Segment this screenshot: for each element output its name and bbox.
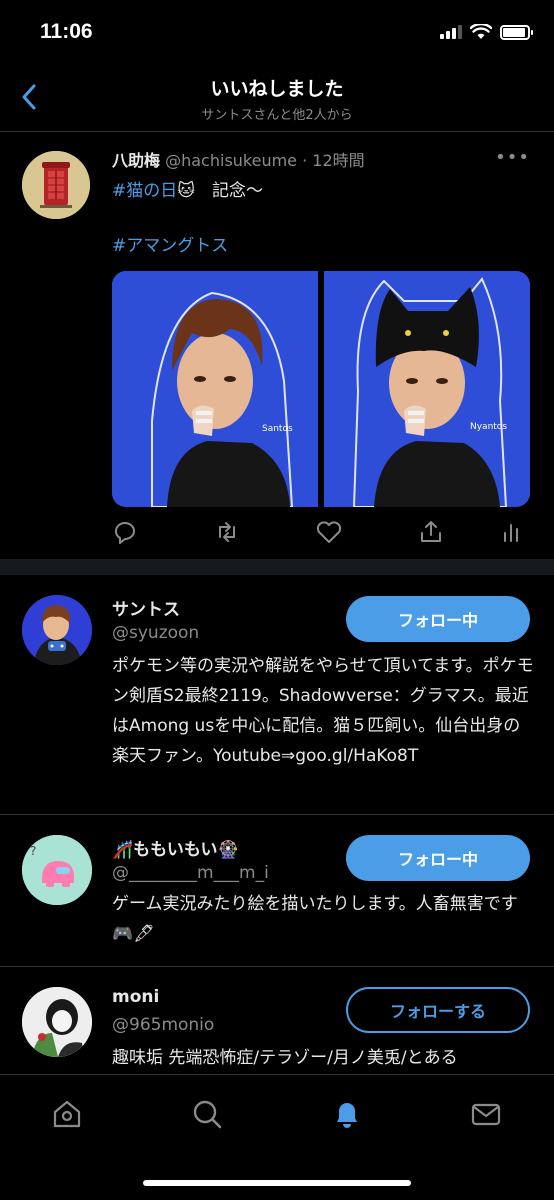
battery-level [503,27,525,37]
user-cell[interactable]: サントス @syuzoon フォロー中 ポケモン等の実況や解説をやらせて頂いてま… [0,575,554,815]
media-image-right[interactable]: Nyantos [324,271,530,507]
user-bio: ゲーム実況みたり絵を描いたりします。人畜無害です🎮🖋 [112,894,518,944]
avatar-illustration [22,987,92,1057]
character-cat-hat-illustration: Nyantos [324,271,530,507]
user-avatar[interactable] [22,595,92,665]
user-bio: 趣味垢 先端恐怖症/テラゾー/月ノ美兎/とある [112,1048,458,1068]
user-name[interactable]: サントス [112,595,180,620]
tweet-author-name[interactable]: 八助梅 [112,151,160,170]
avatar-illustration [22,595,92,665]
battery-icon [500,24,533,40]
page-subtitle: サントスさんと他2人から [201,108,353,123]
user-handle[interactable]: @965monio [112,1015,214,1035]
reply-icon[interactable] [110,517,140,547]
media-signature-left: Santos [262,424,293,434]
liked-tweet[interactable]: 八助梅 @hachisukeume · 12時間 ••• #猫の日🐱 記念〜 #… [0,133,554,559]
status-time: 11:06 [40,20,93,43]
user-name[interactable]: moni [112,987,159,1007]
user-cell[interactable]: moni @965monio フォローする 趣味垢 先端恐怖症/テラゾー/月ノ美… [0,967,554,1074]
home-indicator [143,1180,411,1186]
share-icon[interactable] [416,517,446,547]
home-icon[interactable] [50,1097,84,1131]
avatar-illustration: ? [22,835,92,905]
messages-icon[interactable] [469,1097,503,1131]
phone-booth-illustration [22,151,90,219]
following-button[interactable]: フォロー中 [346,835,530,881]
tweet-text: #猫の日🐱 記念〜 [112,177,263,205]
user-handle[interactable]: @________m___m_i [112,863,269,883]
search-icon[interactable] [190,1097,224,1131]
tweet-media[interactable]: Santos Nyantos [112,271,530,507]
nav-header: いいねしました サントスさんと他2人から [0,66,554,132]
tweet-author-avatar[interactable] [22,151,90,219]
more-options-icon[interactable]: ••• [495,147,530,168]
notifications-icon[interactable] [330,1097,364,1131]
user-avatar[interactable] [22,987,92,1057]
user-bio: ポケモン等の実況や解説をやらせて頂いてます。ポケモン剣盾S2最終2119。Sha… [112,656,534,766]
like-icon[interactable] [314,517,344,547]
status-bar: 11:06 [0,0,554,66]
media-image-left[interactable]: Santos [112,271,318,507]
user-handle[interactable]: @syuzoon [112,623,199,643]
tweet-text-rest: 記念〜 [194,181,263,201]
svg-text:?: ? [30,844,36,858]
user-avatar[interactable]: ? [22,835,92,905]
user-cell[interactable]: ? 🎢ももいもい🎡 @________m___m_i フォロー中 ゲーム実況みた… [0,815,554,967]
user-name[interactable]: 🎢ももいもい🎡 [112,835,239,860]
wifi-icon [470,24,492,39]
page-title: いいねしました [210,78,344,100]
tweet-header: 八助梅 @hachisukeume · 12時間 [112,147,365,171]
media-signature-right: Nyantos [470,422,507,432]
follow-button[interactable]: フォローする [346,987,530,1033]
tweet-separator: · [297,151,313,170]
tweet-author-handle[interactable]: @hachisukeume [165,151,297,170]
retweet-icon[interactable] [212,517,242,547]
section-divider [0,559,554,575]
hashtag-link[interactable]: #猫の日 [112,181,177,201]
status-icons [440,24,533,40]
hashtag-link[interactable]: #アマングトス [112,231,228,256]
tweet-time: 12時間 [312,151,365,170]
following-button[interactable]: フォロー中 [346,596,530,642]
tweet-actions [110,517,530,547]
analytics-icon[interactable] [496,517,526,547]
character-illustration: Santos [112,271,318,507]
cellular-signal-icon [440,25,462,39]
cat-emoji: 🐱 [177,181,195,201]
